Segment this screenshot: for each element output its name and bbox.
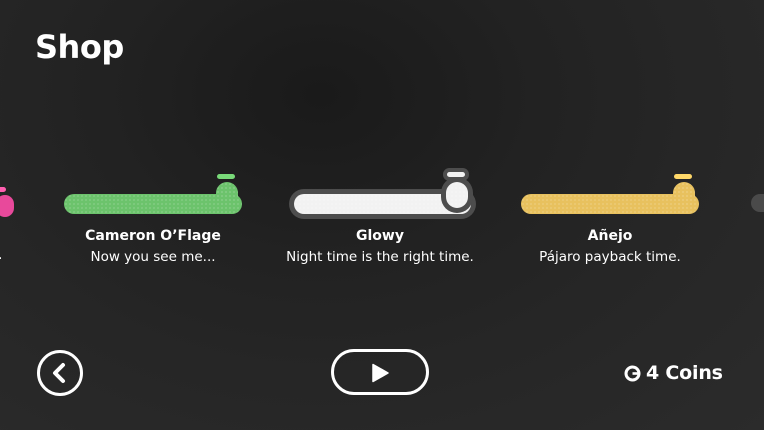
back-button[interactable] xyxy=(37,350,83,396)
snake-head xyxy=(673,182,695,208)
snake-preview xyxy=(510,170,710,220)
snake-name: Cameron O’Flage xyxy=(85,228,221,244)
snake-head xyxy=(0,195,14,217)
snake-item-partial-right[interactable] xyxy=(751,194,764,212)
snake-preview xyxy=(280,170,480,220)
snake-preview xyxy=(53,170,253,220)
snake-name: Añejo xyxy=(587,228,633,244)
snake-eye xyxy=(0,187,6,192)
coin-icon xyxy=(624,365,641,382)
snake-tagline: Now you see me... xyxy=(90,249,216,265)
snake-tagline: Pájaro payback time. xyxy=(539,249,681,265)
chevron-left-icon xyxy=(53,363,65,383)
snake-eye xyxy=(674,174,692,179)
snake-name: Glowy xyxy=(356,228,404,244)
snake-head xyxy=(216,182,238,208)
snake-eye xyxy=(447,172,465,177)
coins-display: 4 Coins xyxy=(624,361,723,385)
snake-item-glowy[interactable]: Glowy Night time is the right time. xyxy=(280,170,480,290)
snake-head xyxy=(446,182,468,208)
snake-eye xyxy=(217,174,235,179)
snake-item-anejo[interactable]: Añejo Pájaro payback time. xyxy=(510,170,710,290)
snake-tagline-partial-left: . xyxy=(0,247,2,263)
play-icon xyxy=(372,363,389,383)
coins-count: 4 Coins xyxy=(646,362,723,384)
snake-body xyxy=(294,194,471,214)
play-button[interactable] xyxy=(331,349,429,395)
snake-item-cameron-oflage[interactable]: Cameron O’Flage Now you see me... xyxy=(53,170,253,290)
page-title: Shop xyxy=(35,28,124,66)
snake-tagline: Night time is the right time. xyxy=(286,249,474,265)
